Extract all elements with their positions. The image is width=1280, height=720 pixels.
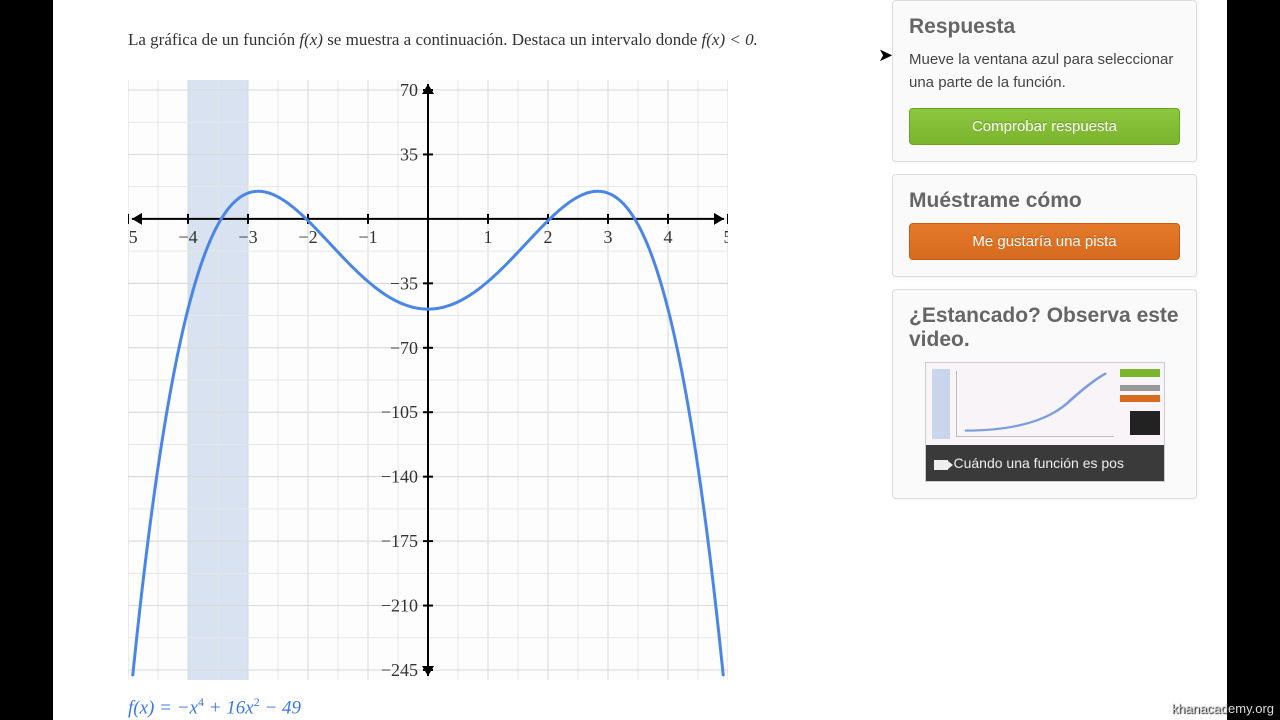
svg-text:5: 5 <box>724 227 729 247</box>
video-preview <box>926 363 1164 445</box>
stuck-title: ¿Estancado? Observa este video. <box>909 304 1180 352</box>
watermark: khanacademy.org <box>1172 701 1274 716</box>
svg-text:70: 70 <box>400 80 418 100</box>
svg-text:−70: −70 <box>390 338 418 358</box>
svg-text:−5: −5 <box>128 227 138 247</box>
showme-panel: Muéstrame cómo Me gustaría una pista <box>892 174 1197 277</box>
hint-button[interactable]: Me gustaría una pista <box>909 223 1180 260</box>
svg-text:−210: −210 <box>381 596 418 616</box>
graph-svg: −5 −4 −3 −2 −1 1 2 3 4 5 70 35 −35 −70 −105 −140 −175 −21… <box>128 80 728 680</box>
video-icon <box>934 460 948 470</box>
problem-condition: f(x) < 0. <box>702 30 758 49</box>
stuck-panel: ¿Estancado? Observa este video. Cuándo <box>892 289 1197 499</box>
check-answer-button[interactable]: Comprobar respuesta <box>909 108 1180 145</box>
content-area: La gráfica de un función f(x) se muestra… <box>53 0 1227 720</box>
sidebar: Respuesta Mueve la ventana azul para sel… <box>892 0 1197 511</box>
answer-title: Respuesta <box>909 15 1180 39</box>
svg-text:−140: −140 <box>381 467 418 487</box>
svg-text:−245: −245 <box>381 660 418 680</box>
svg-text:−35: −35 <box>390 273 418 293</box>
problem-fx: f(x) <box>299 30 323 49</box>
svg-text:−2: −2 <box>298 227 317 247</box>
svg-text:−4: −4 <box>178 227 197 247</box>
problem-prefix: La gráfica de un función <box>128 30 299 49</box>
answer-panel: Respuesta Mueve la ventana azul para sel… <box>892 0 1197 162</box>
video-caption: Cuándo una función es pos <box>926 445 1164 481</box>
problem-mid: se muestra a continuación. Destaca un in… <box>327 30 701 49</box>
svg-text:−105: −105 <box>381 402 418 422</box>
svg-text:35: 35 <box>400 144 418 164</box>
svg-text:2: 2 <box>544 227 553 247</box>
formula: f(x) = −x4 + 16x2 − 49 <box>128 695 301 719</box>
video-thumbnail[interactable]: Cuándo una función es pos <box>925 362 1165 482</box>
graph[interactable]: −5 −4 −3 −2 −1 1 2 3 4 5 70 35 −35 −70 −105 −140 −175 −21… <box>128 80 728 680</box>
answer-text: Mueve la ventana azul para seleccionar u… <box>909 49 1180 94</box>
showme-title: Muéstrame cómo <box>909 189 1180 213</box>
problem-statement: La gráfica de un función f(x) se muestra… <box>128 30 758 50</box>
svg-text:4: 4 <box>664 227 673 247</box>
svg-text:−175: −175 <box>381 531 418 551</box>
svg-text:−1: −1 <box>358 227 377 247</box>
cursor-icon: ➤ <box>878 45 893 66</box>
svg-text:1: 1 <box>484 227 493 247</box>
svg-text:−3: −3 <box>238 227 257 247</box>
svg-text:3: 3 <box>604 227 613 247</box>
